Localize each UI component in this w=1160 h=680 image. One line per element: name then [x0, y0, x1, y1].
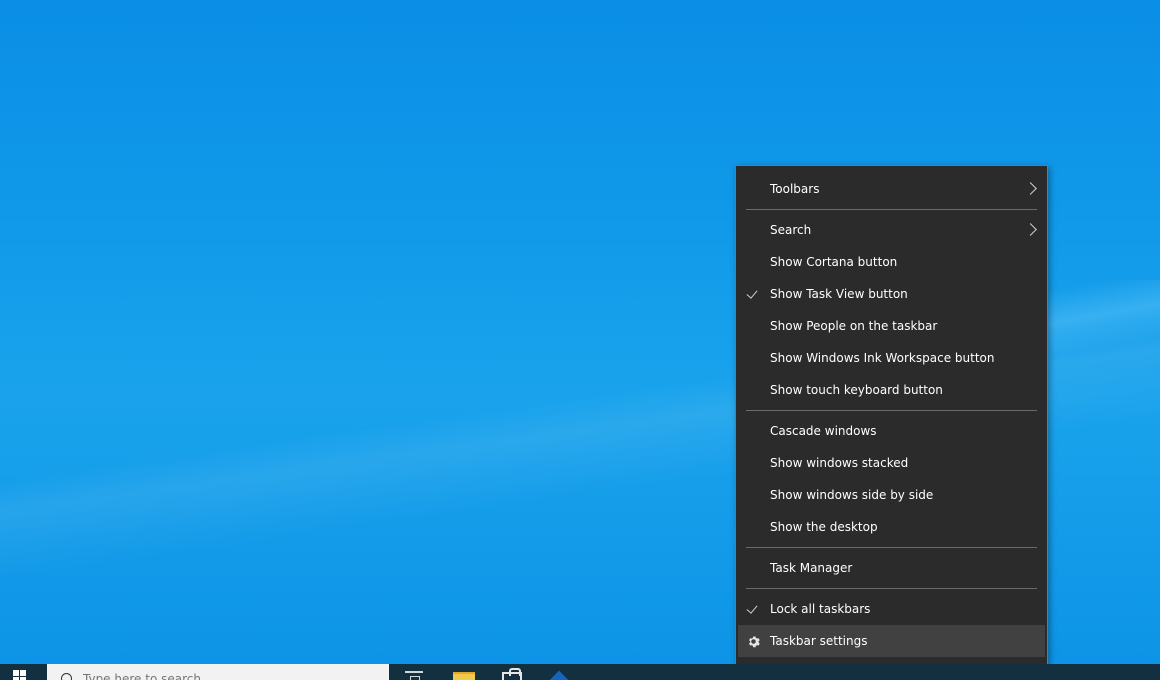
menu-item-label: Task Manager [770, 561, 853, 575]
menu-item-windows-side-by-side[interactable]: Show windows side by side [736, 479, 1047, 511]
menu-item-label: Show Task View button [770, 287, 908, 301]
menu-item-label: Show the desktop [770, 520, 878, 534]
chevron-right-icon [1024, 223, 1037, 236]
menu-item-cascade-windows[interactable]: Cascade windows [736, 415, 1047, 447]
menu-item-label: Show Cortana button [770, 255, 898, 269]
windows-start-icon[interactable] [10, 667, 34, 680]
menu-item-lock-all-taskbars[interactable]: Lock all taskbars [736, 593, 1047, 625]
store-icon[interactable] [502, 668, 522, 680]
menu-item-label: Lock all taskbars [770, 602, 871, 616]
taskbar-context-menu: Toolbars Search Show Cortana button Show… [735, 165, 1048, 665]
menu-item-show-ink-workspace[interactable]: Show Windows Ink Workspace button [736, 342, 1047, 374]
menu-separator [746, 209, 1037, 210]
app-icon[interactable] [548, 671, 576, 680]
menu-item-show-desktop[interactable]: Show the desktop [736, 511, 1047, 543]
menu-item-label: Show windows stacked [770, 456, 909, 470]
checkmark-icon [747, 289, 759, 297]
menu-item-show-people[interactable]: Show People on the taskbar [736, 310, 1047, 342]
menu-item-show-cortana-button[interactable]: Show Cortana button [736, 246, 1047, 278]
menu-item-label: Show People on the taskbar [770, 319, 938, 333]
file-explorer-icon[interactable] [453, 672, 475, 680]
menu-separator [746, 547, 1037, 548]
menu-item-label: Taskbar settings [770, 634, 868, 648]
menu-item-show-touch-keyboard[interactable]: Show touch keyboard button [736, 374, 1047, 406]
menu-item-task-manager[interactable]: Task Manager [736, 552, 1047, 584]
menu-item-label: Search [770, 223, 812, 237]
checkmark-icon [747, 604, 759, 612]
chevron-right-icon [1024, 182, 1037, 195]
menu-item-label: Show Windows Ink Workspace button [770, 351, 995, 365]
menu-item-label: Cascade windows [770, 424, 877, 438]
search-icon [61, 673, 72, 680]
menu-item-taskbar-settings[interactable]: Taskbar settings [738, 625, 1045, 657]
gear-icon [747, 635, 760, 651]
search-input[interactable] [83, 670, 373, 680]
menu-separator [746, 588, 1037, 589]
menu-item-windows-stacked[interactable]: Show windows stacked [736, 447, 1047, 479]
menu-item-label: Toolbars [770, 182, 820, 196]
menu-item-label: Show touch keyboard button [770, 383, 943, 397]
menu-separator [746, 410, 1037, 411]
taskbar[interactable] [0, 664, 1160, 680]
menu-item-search[interactable]: Search [736, 214, 1047, 246]
task-view-icon[interactable] [405, 671, 423, 680]
taskbar-search-box[interactable] [47, 664, 389, 680]
menu-item-toolbars[interactable]: Toolbars [736, 173, 1047, 205]
menu-item-show-task-view-button[interactable]: Show Task View button [736, 278, 1047, 310]
menu-item-label: Show windows side by side [770, 488, 934, 502]
